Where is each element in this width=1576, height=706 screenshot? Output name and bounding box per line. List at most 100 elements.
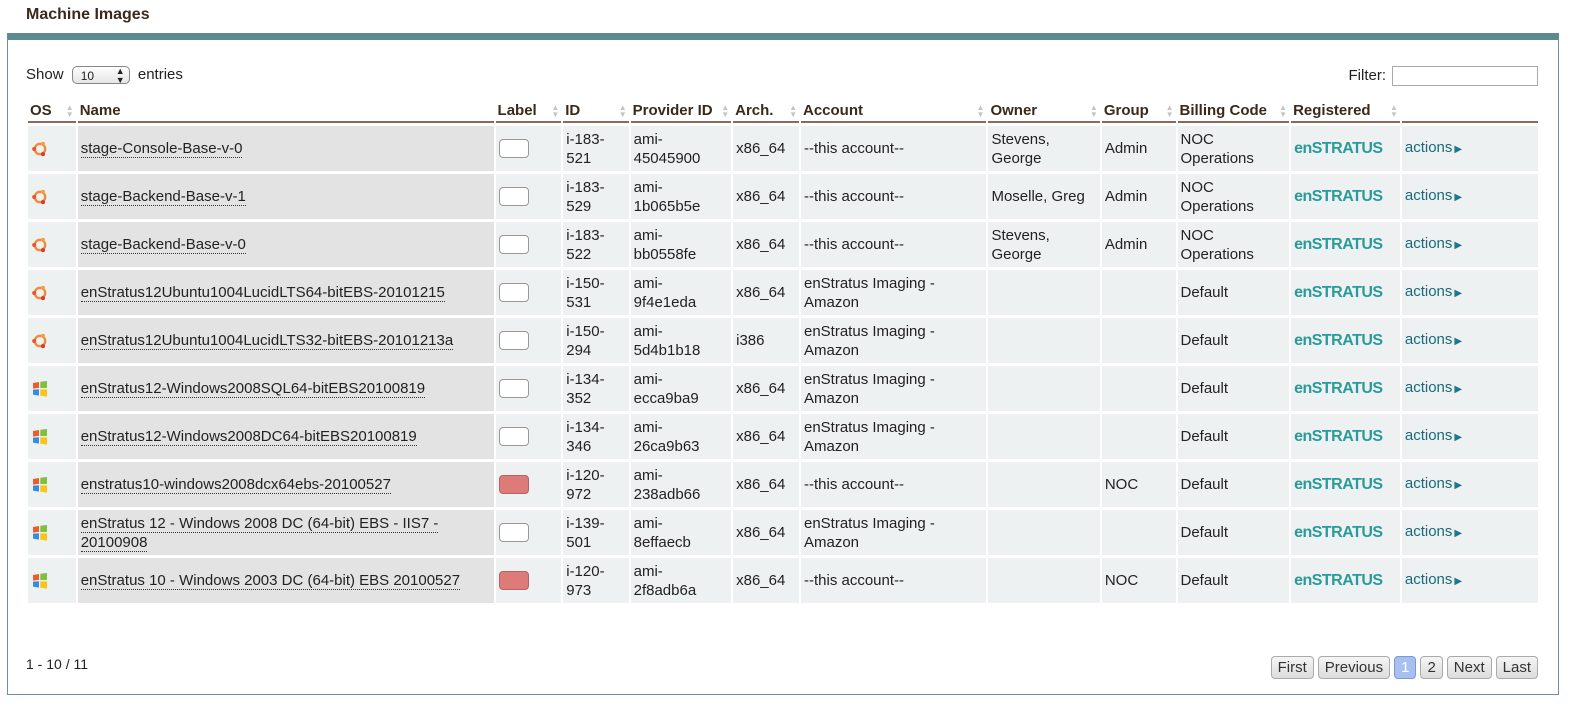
column-header-label: Account (802, 102, 863, 119)
table-row[interactable]: enStratus12Ubuntu1004LucidLTS32-bitEBS-2… (28, 318, 1538, 363)
table-row[interactable]: enStratus12-Windows2008DC64-bitEBS201008… (28, 414, 1538, 459)
provider-id-cell: ami-ecca9ba9 (630, 366, 732, 411)
label-swatch[interactable] (498, 235, 529, 255)
registered-cell: enSTRATUS (1291, 126, 1400, 171)
arch-cell: x86_64 (733, 366, 799, 411)
column-header-provider-id[interactable]: Provider ID ▲ ▼ (630, 101, 732, 123)
page-button-next[interactable]: Next (1446, 656, 1492, 679)
table-row[interactable]: stage-Backend-Base-v-1 i-183- 529 ami- 1b065… (28, 174, 1538, 219)
table-row[interactable]: enStratus12Ubuntu1004LucidLTS64-bitEBS-2… (28, 270, 1538, 315)
owner-cell (988, 270, 1100, 315)
column-header-owner[interactable]: Owner ▲ ▼ (988, 101, 1100, 123)
page-button-first[interactable]: First (1270, 656, 1314, 679)
actions-menu-link[interactable]: actions ▶ (1405, 187, 1462, 204)
column-header-registered[interactable]: Registered ▲ ▼ (1291, 101, 1400, 123)
actions-menu-link[interactable]: actions ▶ (1405, 523, 1462, 540)
actions-menu-link[interactable]: actions ▶ (1405, 571, 1462, 588)
image-name-link[interactable]: enStratus12-Windows2008DC64-bitEBS201008… (80, 428, 417, 446)
column-header-name[interactable]: Name (77, 101, 494, 123)
image-name-link[interactable]: enStratus 10 - Windows 2003 DC (64-bit) … (80, 572, 461, 590)
image-name-link[interactable]: stage-Backend-Base-v-0 (80, 236, 246, 254)
sort-icon[interactable]: ▲ ▼ (619, 104, 627, 119)
actions-cell: actions ▶ (1401, 270, 1538, 315)
column-header-label: Provider ID (632, 102, 713, 119)
image-name-link[interactable]: enstratus10-windows2008dcx64ebs-20100527 (80, 476, 391, 494)
image-name-link[interactable]: enStratus12-Windows2008SQL64-bitEBS20100… (80, 380, 426, 398)
billing-code-cell: Default (1177, 414, 1290, 459)
label-swatch[interactable] (498, 475, 529, 495)
image-name-link[interactable]: stage-Backend-Base-v-1 (80, 188, 246, 206)
registered-cell: enSTRATUS (1291, 318, 1400, 363)
sort-icon[interactable]: ▲ ▼ (551, 104, 559, 119)
actions-menu-link[interactable]: actions ▶ (1405, 139, 1462, 156)
provider-id-cell: ami-bb0558fe (630, 222, 732, 267)
image-name-link[interactable]: enStratus12Ubuntu1004LucidLTS64-bitEBS-2… (80, 284, 445, 302)
table-row[interactable]: stage-Console-Base-v-0 i-183- 521 ami- 45045… (28, 126, 1538, 171)
label-swatch[interactable] (498, 283, 529, 303)
arch-cell: x86_64 (733, 270, 799, 315)
triangle-right-icon: ▶ (1454, 144, 1463, 155)
image-name-link[interactable]: stage-Console-Base-v-0 (80, 140, 243, 158)
enstratus-logo: enSTRATUS (1294, 140, 1383, 157)
sort-icon[interactable]: ▲ ▼ (977, 104, 985, 119)
column-header-account[interactable]: Account ▲ ▼ (800, 101, 987, 123)
page-button-1[interactable]: 1 (1394, 656, 1417, 679)
actions-menu-link[interactable]: actions ▶ (1405, 427, 1462, 444)
table-row[interactable]: enstratus10-windows2008dcx64ebs-20100527… (28, 462, 1538, 507)
label-swatch[interactable] (498, 331, 529, 351)
actions-menu-link[interactable]: actions ▶ (1405, 331, 1462, 348)
arch-cell: i386 (733, 318, 799, 363)
actions-menu-link[interactable]: actions ▶ (1405, 235, 1462, 252)
sort-icon[interactable]: ▲ ▼ (1279, 104, 1287, 119)
page-button-last[interactable]: Last (1495, 656, 1538, 679)
column-header-label: Name (79, 102, 121, 119)
table-row[interactable]: stage-Backend-Base-v-0 i-183- 522 ami-bb055… (28, 222, 1538, 267)
table-row[interactable]: enStratus12-Windows2008SQL64-bitEBS20100… (28, 366, 1538, 411)
table-row[interactable]: enStratus 10 - Windows 2003 DC (64-bit) … (28, 558, 1538, 603)
filter-input[interactable] (1392, 66, 1538, 86)
sort-icon[interactable]: ▲ ▼ (1390, 104, 1398, 119)
label-swatch[interactable] (498, 427, 529, 447)
label-swatch[interactable] (498, 379, 529, 399)
page-length-select[interactable]: 10 ▲ ▼ (71, 66, 130, 86)
group-cell: NOC (1101, 462, 1176, 507)
sort-icon[interactable]: ▲ ▼ (1090, 104, 1098, 119)
registered-cell: enSTRATUS (1291, 462, 1400, 507)
label-swatch[interactable] (498, 139, 529, 159)
sort-icon[interactable]: ▲ ▼ (721, 104, 729, 119)
table-header-row: OS ▲ ▼ Name Label ▲ ▼ ID ▲ ▼ Provider ID ▲ ▼ Arch. ▲ ▼ A… (28, 101, 1538, 123)
account-cell: --this account-- (800, 222, 987, 267)
actions-menu-link[interactable]: actions ▶ (1405, 283, 1462, 300)
column-header-label: Group (1103, 102, 1149, 119)
label-swatch[interactable] (498, 187, 529, 207)
column-header-label[interactable]: Label ▲ ▼ (495, 101, 562, 123)
image-name-link[interactable]: enStratus12Ubuntu1004LucidLTS32-bitEBS-2… (80, 332, 454, 350)
sort-icon[interactable]: ▲ ▼ (789, 104, 797, 119)
id-cell: i-183- 521 (563, 126, 629, 171)
label-cell (495, 462, 562, 507)
column-header-arch[interactable]: Arch. ▲ ▼ (733, 101, 799, 123)
ubuntu-icon (31, 140, 49, 158)
page-button-previous[interactable]: Previous (1317, 656, 1391, 679)
column-header-group[interactable]: Group ▲ ▼ (1101, 101, 1176, 123)
label-swatch[interactable] (498, 571, 529, 591)
actions-menu-link[interactable]: actions ▶ (1405, 475, 1462, 492)
column-header-label: ID (565, 102, 581, 119)
actions-menu-link[interactable]: actions ▶ (1405, 379, 1462, 396)
arch-cell: x86_64 (733, 126, 799, 171)
column-header-os[interactable]: OS ▲ ▼ (28, 101, 76, 123)
select-arrows-icon: ▲ ▼ (115, 66, 125, 86)
provider-id-cell: ami- 238adb66 (630, 462, 732, 507)
name-cell: enStratus12Ubuntu1004LucidLTS64-bitEBS-2… (77, 270, 494, 315)
sort-icon[interactable]: ▲ ▼ (1166, 104, 1174, 119)
triangle-right-icon: ▶ (1454, 432, 1463, 443)
column-header-billing-code[interactable]: Billing Code ▲ ▼ (1177, 101, 1290, 123)
sort-icon[interactable]: ▲ ▼ (66, 104, 74, 119)
table-row[interactable]: enStratus 12 - Windows 2008 DC (64-bit) … (28, 510, 1538, 555)
machine-images-panel: Show 10 ▲ ▼ entries Filter: OS ▲ ▼ Name Label ▲… (7, 33, 1559, 695)
image-name-link[interactable]: enStratus 12 - Windows 2008 DC (64-bit) … (80, 514, 439, 552)
label-swatch[interactable] (498, 523, 529, 543)
account-cell: enStratus Imaging - Amazon (800, 318, 987, 363)
page-button-2[interactable]: 2 (1420, 656, 1443, 679)
column-header-id[interactable]: ID ▲ ▼ (563, 101, 629, 123)
